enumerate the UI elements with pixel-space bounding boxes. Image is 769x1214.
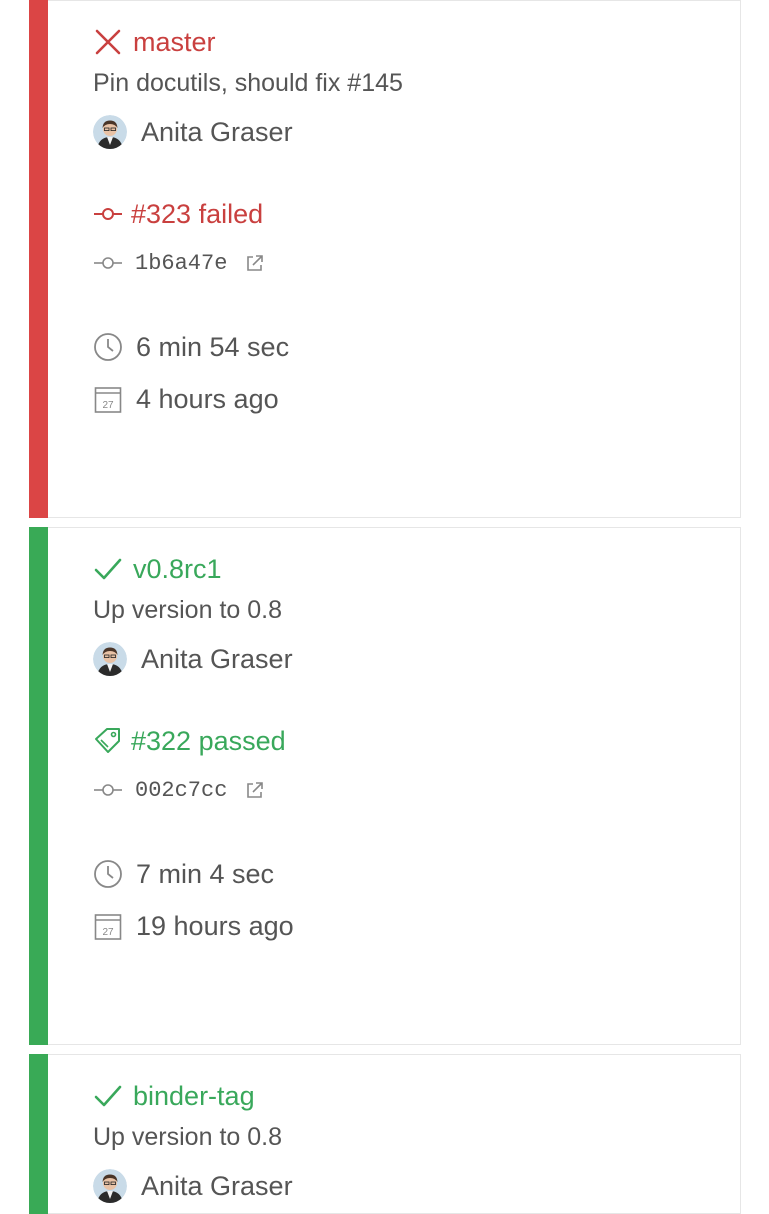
calendar-icon: 27 xyxy=(94,387,122,413)
build-finished: 27 19 hours ago xyxy=(93,909,294,943)
build-card[interactable]: binder-tag Up version to 0.8 Anita Grase… xyxy=(29,1054,741,1214)
author: Anita Graser xyxy=(93,114,293,150)
status-stripe xyxy=(29,527,48,1045)
commit-message: Up version to 0.8 xyxy=(93,1122,282,1151)
build-label: #323 failed xyxy=(131,198,264,229)
branch-link[interactable]: master xyxy=(93,25,216,59)
build-duration: 7 min 4 sec xyxy=(93,857,274,891)
author: Anita Graser xyxy=(93,641,293,677)
build-number-link[interactable]: #323 failed xyxy=(93,197,263,231)
tag-icon xyxy=(95,728,120,753)
branch-link[interactable]: binder-tag xyxy=(93,1079,255,1113)
build-card[interactable]: v0.8rc1 Up version to 0.8 Anita Graser #… xyxy=(29,527,741,1045)
clock-icon xyxy=(94,333,122,361)
branch-name: v0.8rc1 xyxy=(133,553,222,584)
commit-message: Up version to 0.8 xyxy=(93,595,282,624)
commit-icon xyxy=(94,208,122,220)
external-link-icon[interactable] xyxy=(245,780,265,800)
avatar xyxy=(93,1169,127,1203)
status-stripe xyxy=(29,1054,48,1214)
build-finished: 27 4 hours ago xyxy=(93,382,279,416)
author-name: Anita Graser xyxy=(141,643,293,674)
commit-link[interactable]: 1b6a47e xyxy=(93,248,265,278)
passed-check-icon xyxy=(94,1085,122,1107)
author-name: Anita Graser xyxy=(141,116,293,147)
author-name: Anita Graser xyxy=(141,1170,293,1201)
clock-icon xyxy=(94,860,122,888)
failed-x-icon xyxy=(95,29,121,55)
commit-link[interactable]: 002c7cc xyxy=(93,775,265,805)
finished-text: 19 hours ago xyxy=(136,910,294,941)
avatar xyxy=(93,642,127,676)
status-stripe xyxy=(29,0,48,518)
duration-text: 7 min 4 sec xyxy=(136,858,275,889)
calendar-day: 27 xyxy=(102,927,114,938)
build-duration: 6 min 54 sec xyxy=(93,330,289,364)
commit-icon xyxy=(94,784,122,796)
avatar xyxy=(93,115,127,149)
calendar-icon: 27 xyxy=(94,914,122,940)
calendar-day: 27 xyxy=(102,400,114,411)
commit-sha: 1b6a47e xyxy=(135,250,228,276)
passed-check-icon xyxy=(94,558,122,580)
finished-text: 4 hours ago xyxy=(136,383,279,414)
build-label: #322 passed xyxy=(131,725,286,756)
build-history-list: master Pin docutils, should fix #145 Ani… xyxy=(0,0,769,1214)
branch-name: master xyxy=(133,26,216,57)
branch-link[interactable]: v0.8rc1 xyxy=(93,552,222,586)
build-number-link[interactable]: #322 passed xyxy=(93,724,286,758)
external-link-icon[interactable] xyxy=(245,253,265,273)
commit-sha: 002c7cc xyxy=(135,777,228,803)
branch-name: binder-tag xyxy=(133,1080,255,1111)
build-card[interactable]: master Pin docutils, should fix #145 Ani… xyxy=(29,0,741,518)
duration-text: 6 min 54 sec xyxy=(136,331,290,362)
commit-icon xyxy=(94,257,122,269)
commit-message: Pin docutils, should fix #145 xyxy=(93,68,403,97)
author: Anita Graser xyxy=(93,1168,293,1204)
